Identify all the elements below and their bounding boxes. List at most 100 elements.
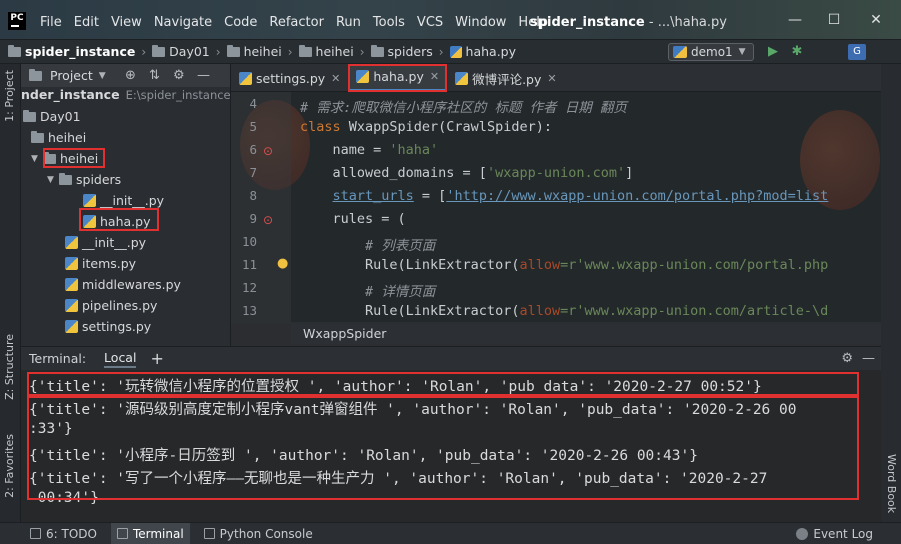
chevron-down-icon[interactable]: ▼: [99, 71, 106, 81]
menu-edit[interactable]: Edit: [74, 15, 99, 30]
collapse-icon[interactable]: ⇅: [149, 68, 160, 83]
chevron-right-icon: ›: [287, 44, 293, 59]
wordbook-tool-tab[interactable]: Word Book: [885, 454, 898, 513]
terminal-tool-tab[interactable]: Terminal: [110, 522, 190, 544]
minimize-button[interactable]: —: [787, 12, 803, 28]
python-file-icon: [65, 257, 78, 270]
structure-tool-tab[interactable]: Z: Structure: [3, 334, 16, 400]
folder-icon: [59, 172, 72, 185]
close-icon[interactable]: ✕: [331, 72, 340, 85]
code-line-8: start_urls = ['http://www.wxapp-union.co…: [332, 188, 829, 204]
new-terminal-button[interactable]: +: [150, 349, 163, 368]
tree-item-heihei[interactable]: heihei: [31, 127, 86, 148]
tree-item-day01[interactable]: Day01: [23, 106, 81, 127]
crumb-heihei[interactable]: heihei: [226, 44, 282, 59]
menu-window[interactable]: Window: [455, 15, 506, 30]
chevron-right-icon: ›: [359, 44, 365, 59]
menu-view[interactable]: View: [111, 15, 142, 30]
menu-tools[interactable]: Tools: [373, 15, 405, 30]
folder-icon: [8, 44, 21, 57]
project-panel-title[interactable]: Project: [50, 68, 93, 83]
tree-item-middlewares[interactable]: middlewares.py: [65, 274, 181, 295]
code-editor[interactable]: # 需求:爬取微信小程序社区的 标题 作者 日期 翻页 class WxappS…: [291, 92, 881, 324]
todo-tab[interactable]: 6: TODO: [30, 527, 97, 541]
menu-run[interactable]: Run: [336, 15, 361, 30]
python-console-tab[interactable]: Python Console: [203, 527, 313, 541]
tree-item-heihei-inner[interactable]: ▼ heihei: [31, 148, 98, 169]
python-file-icon: [449, 45, 462, 58]
python-file-icon: [65, 320, 78, 333]
crumb-heihei-inner[interactable]: heihei: [298, 44, 354, 59]
gear-icon[interactable]: ⚙: [173, 68, 185, 83]
tree-item-pipelines[interactable]: pipelines.py: [65, 295, 157, 316]
menu-file[interactable]: File: [40, 15, 62, 30]
tree-item-items[interactable]: items.py: [65, 253, 136, 274]
debug-icon[interactable]: ✱: [789, 44, 805, 60]
close-button[interactable]: ✕: [868, 12, 884, 28]
editor-gutter: 4 5 6 7 8 9 10 11 12 13 ⊙ ⊙ ●: [231, 92, 291, 324]
hide-icon[interactable]: —: [862, 351, 875, 366]
python-icon: [673, 46, 687, 58]
terminal-header: Terminal: Local + ⚙ —: [21, 346, 881, 370]
code-breadcrumb-class[interactable]: WxappSpider: [303, 326, 386, 341]
tree-item-haha-py[interactable]: haha.py: [83, 211, 150, 232]
code-line-10: # 列表页面: [300, 238, 436, 254]
gear-icon[interactable]: ⚙: [841, 351, 853, 366]
left-tool-stripe: 1: Project Z: Structure 2: Favorites: [0, 64, 21, 522]
crumb-day01[interactable]: Day01: [152, 44, 210, 59]
event-log-icon: [796, 528, 809, 540]
breadcrumb: spider_instance › Day01 › heihei › heihe…: [8, 44, 516, 59]
tree-item-spiders-init[interactable]: __init__.py: [83, 190, 164, 211]
tree-item-settings[interactable]: settings.py: [65, 316, 151, 337]
title-bar: PC File Edit View Navigate Code Refactor…: [0, 0, 901, 40]
tree-item-spiders[interactable]: ▼ spiders: [47, 169, 121, 190]
tab-weibo-comments-py[interactable]: 微博评论.py ✕: [447, 64, 565, 92]
code-line-12: # 详情页面: [300, 284, 436, 300]
terminal-icon: [116, 528, 128, 539]
tab-haha-py[interactable]: haha.py ✕: [348, 64, 448, 92]
line-number: 9: [249, 211, 257, 226]
menu-code[interactable]: Code: [224, 15, 257, 30]
line-number: 8: [249, 188, 257, 203]
translate-icon[interactable]: G: [848, 44, 866, 60]
run-icon[interactable]: ▶: [765, 44, 781, 60]
maximize-button[interactable]: ☐: [826, 12, 842, 28]
folder-icon: [298, 44, 312, 57]
terminal-line: {'title': '写了一个小程序——无聊也是一种生产力 ', 'author…: [29, 471, 768, 487]
lightbulb-icon[interactable]: ●: [277, 256, 288, 271]
tree-root[interactable]: nder_instance E:\spider_instance: [21, 84, 230, 105]
crumb-project[interactable]: spider_instance: [8, 44, 135, 59]
run-configuration-select[interactable]: demo1 ▼: [668, 43, 754, 61]
terminal-output[interactable]: {'title': '玩转微信小程序的位置授权 ', 'author': 'Ro…: [21, 370, 881, 522]
python-file-icon: [83, 215, 96, 228]
chevron-down-icon: ▼: [31, 153, 38, 164]
hide-icon[interactable]: —: [197, 68, 210, 83]
locate-icon[interactable]: ⊕: [125, 68, 136, 83]
menu-refactor[interactable]: Refactor: [269, 15, 324, 30]
tree-item-init[interactable]: __init__.py: [65, 232, 146, 253]
menu-vcs[interactable]: VCS: [417, 15, 443, 30]
chevron-down-icon: ▼: [738, 47, 746, 57]
override-marker-icon[interactable]: ⊙: [263, 144, 273, 158]
crumb-haha-py[interactable]: haha.py: [449, 44, 516, 59]
todo-icon: [30, 528, 41, 539]
crumb-spiders[interactable]: spiders: [370, 44, 433, 59]
project-panel: Project ▼ ⊕ ⇅ ⚙ — nder_instance E:\spide…: [21, 64, 231, 346]
event-log-button[interactable]: Event Log: [796, 527, 873, 541]
close-icon[interactable]: ✕: [547, 72, 556, 85]
python-file-icon: [455, 71, 469, 85]
python-file-icon: [65, 236, 78, 249]
folder-icon: [370, 44, 384, 57]
menu-navigate[interactable]: Navigate: [154, 15, 212, 30]
tab-settings-py[interactable]: settings.py ✕: [231, 64, 348, 92]
close-icon[interactable]: ✕: [430, 70, 439, 83]
chevron-right-icon: ›: [141, 44, 147, 59]
terminal-tab-local[interactable]: Local: [104, 350, 137, 368]
override-marker-icon[interactable]: ⊙: [263, 213, 273, 227]
favorites-tool-tab[interactable]: 2: Favorites: [3, 434, 16, 498]
project-tool-tab[interactable]: 1: Project: [3, 70, 16, 122]
python-file-icon: [356, 70, 370, 83]
bottom-tool-bar: 6: TODO Terminal Python Console Event Lo…: [0, 522, 901, 544]
folder-icon: [29, 68, 42, 81]
terminal-line: :33'}: [29, 421, 73, 437]
